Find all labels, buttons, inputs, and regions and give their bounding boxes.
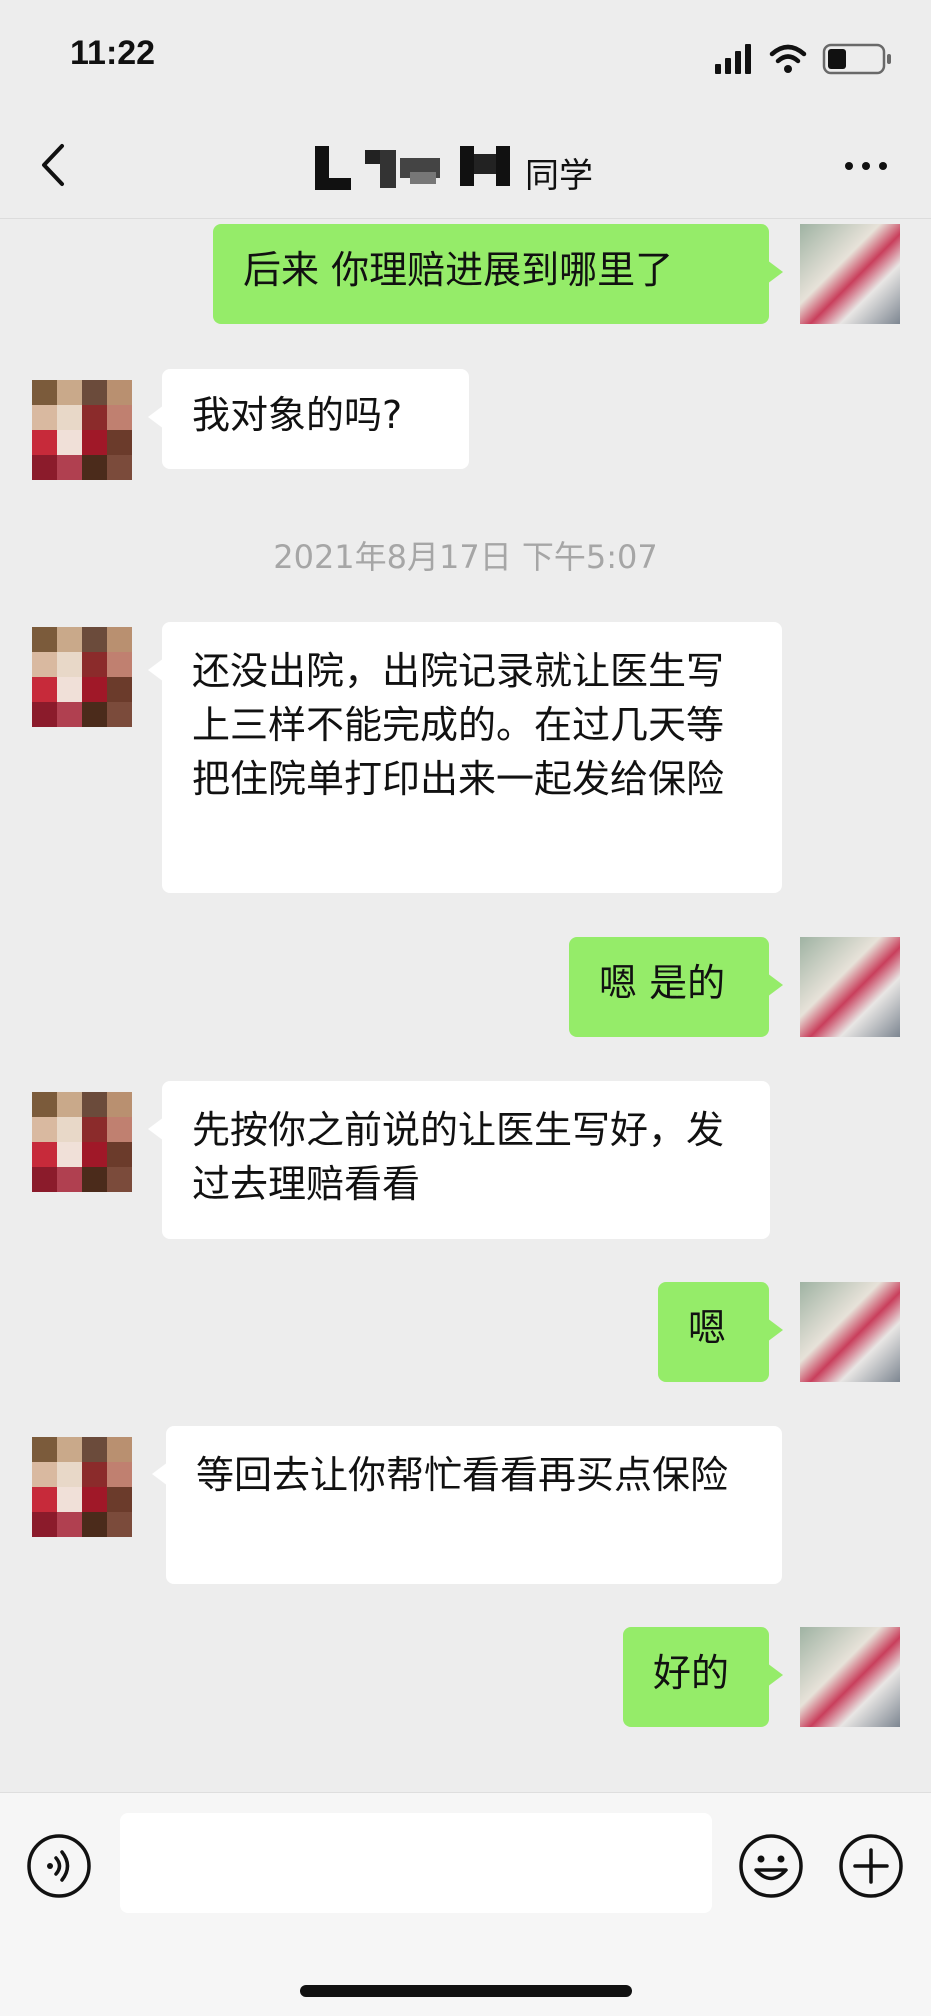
signal-icon — [715, 44, 751, 74]
contact-avatar[interactable] — [32, 380, 132, 480]
message-bubble-sent[interactable]: 嗯 — [658, 1282, 783, 1382]
voice-icon[interactable] — [26, 1833, 92, 1899]
status-bar: 11:22 — [0, 0, 931, 110]
contact-avatar[interactable] — [32, 627, 132, 727]
message-bubble-sent[interactable]: 后来 你理赔进展到哪里了 — [213, 224, 783, 324]
chat-screen: 11:22 同学 后来 你理赔进展到哪里了 我对象的吗? 2021年8月17日 … — [0, 0, 931, 2016]
my-avatar[interactable] — [800, 1282, 900, 1382]
message-timestamp: 2021年8月17日 下午5:07 — [273, 538, 658, 576]
my-avatar[interactable] — [800, 937, 900, 1037]
more-dots-icon[interactable] — [841, 154, 891, 178]
message-bubble-received[interactable]: 等回去让你帮忙看看再买点保险 — [152, 1426, 782, 1584]
input-bar — [0, 1792, 931, 2016]
home-indicator[interactable] — [300, 1985, 632, 1997]
message-bubble-received[interactable]: 我对象的吗? — [148, 369, 469, 469]
message-bubble-sent[interactable]: 好的 — [623, 1627, 783, 1727]
chat-header: 同学 — [0, 110, 931, 219]
back-button[interactable] — [30, 138, 80, 192]
message-bubble-sent[interactable]: 嗯 是的 — [569, 937, 783, 1037]
chat-title-text: 同学 — [525, 156, 593, 194]
plus-icon[interactable] — [838, 1833, 904, 1899]
contact-avatar[interactable] — [32, 1092, 132, 1192]
message-bubble-received[interactable]: 先按你之前说的让医生写好，发过去理赔看看 — [148, 1081, 770, 1239]
chat-title: 同学 — [310, 144, 620, 194]
wifi-icon — [769, 44, 807, 73]
contact-avatar[interactable] — [32, 1437, 132, 1537]
message-list[interactable]: 后来 你理赔进展到哪里了 我对象的吗? 2021年8月17日 下午5:07 还没… — [0, 219, 931, 1792]
battery-icon — [822, 43, 891, 75]
my-avatar[interactable] — [800, 224, 900, 324]
message-bubble-received[interactable]: 还没出院，出院记录就让医生写上三样不能完成的。在过几天等把住院单打印出来一起发给… — [148, 622, 782, 893]
message-input[interactable] — [120, 1813, 712, 1913]
status-time: 11:22 — [70, 34, 156, 72]
my-avatar[interactable] — [800, 1627, 900, 1727]
emoji-icon[interactable] — [738, 1833, 804, 1899]
status-icons — [715, 43, 891, 75]
